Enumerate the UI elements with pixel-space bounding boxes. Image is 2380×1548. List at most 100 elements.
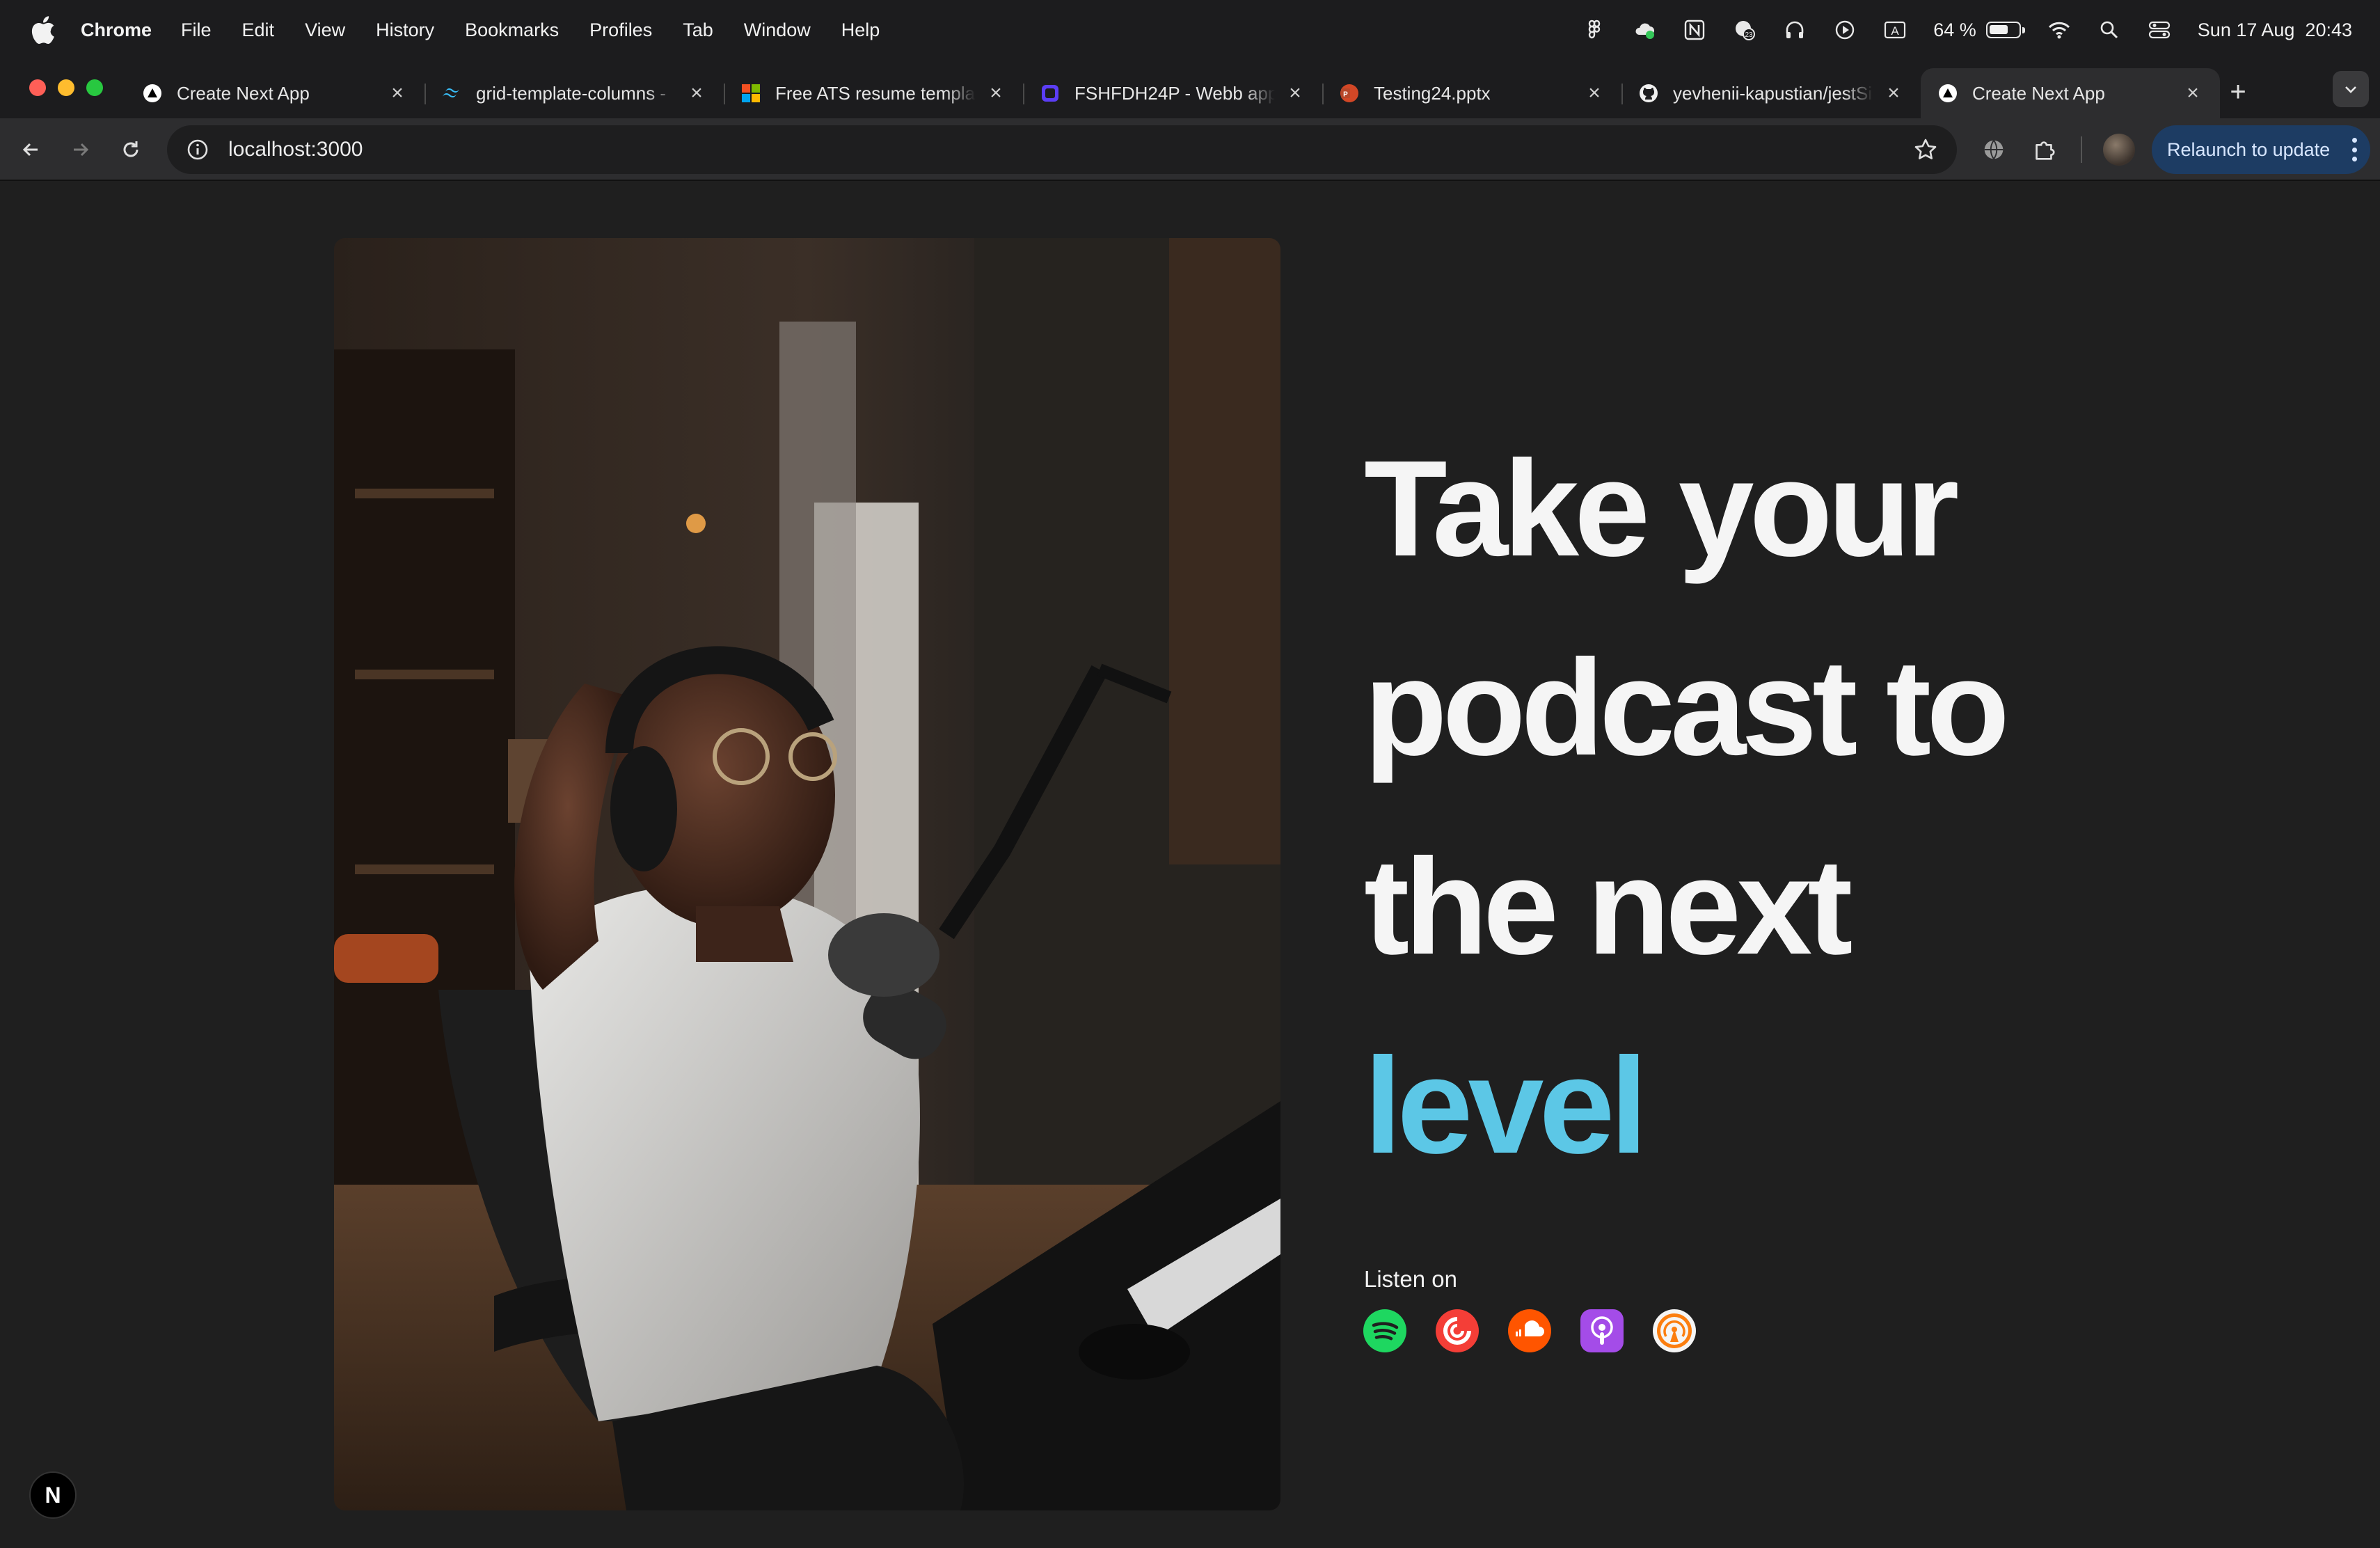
tab-list: Create Next App × grid-template-columns … [125,68,2220,118]
nextjs-devtools-badge[interactable]: N [29,1471,77,1519]
extensions-puzzle-icon[interactable] [2029,135,2058,164]
headphones-icon[interactable] [1783,18,1807,42]
svg-text:P: P [1343,91,1348,99]
menu-view[interactable]: View [305,19,345,41]
pocketcasts-icon [1436,1309,1479,1352]
headline-accent-word: level [1364,1029,1648,1182]
overcast-link[interactable] [1652,1309,1697,1353]
chat-badge-icon[interactable]: 23 [1733,18,1756,42]
new-tab-button[interactable]: + [2224,78,2252,106]
window-controls [29,79,103,96]
tab-title: Free ATS resume templat [775,82,976,104]
battery-level [1989,25,2008,34]
tab-fshfdh24p[interactable]: FSHFDH24P - Webb appl × [1023,68,1322,118]
forward-button[interactable] [65,134,96,165]
headline-line-1: Take your [1364,432,1959,585]
site-info-icon[interactable] [185,137,210,162]
menu-history[interactable]: History [376,19,434,41]
close-tab-icon[interactable]: × [1584,81,1605,104]
control-center-icon[interactable] [2148,18,2171,42]
soundcloud-link[interactable] [1507,1309,1552,1353]
close-tab-icon[interactable]: × [387,81,408,104]
headline-line-2: podcast to [1364,631,2010,784]
zoom-window-button[interactable] [86,79,103,96]
close-tab-icon[interactable]: × [2182,81,2203,104]
bookmark-star-icon[interactable] [1912,136,1939,163]
menu-tab[interactable]: Tab [683,19,713,41]
more-menu-icon[interactable] [2351,138,2358,161]
headline-line-3: the next [1364,830,1853,983]
svg-text:A: A [1891,24,1900,38]
listen-on-label: Listen on [1364,1266,1457,1292]
relaunch-label: Relaunch to update [2167,139,2331,160]
apple-menu-icon[interactable] [28,14,56,46]
tab-title: Testing24.pptx [1374,82,1491,104]
battery-percent: 64 % [1933,19,1976,40]
browser-toolbar: localhost:3000 Relaunch to update [0,118,2380,181]
tab-title: Create Next App [177,82,310,104]
reload-button[interactable] [116,134,146,165]
menu-file[interactable]: File [181,19,212,41]
tailwind-icon [441,83,462,104]
tab-search-button[interactable] [2333,71,2369,107]
close-tab-icon[interactable]: × [1285,81,1306,104]
pocket-casts-link[interactable] [1435,1309,1479,1353]
tab-title: Create Next App [1972,82,2105,104]
menu-app-chrome[interactable]: Chrome [81,19,152,41]
cloud-sync-icon[interactable] [1633,18,1656,42]
tab-title: FSHFDH24P - Webb appl [1074,82,1275,104]
overcast-icon [1653,1309,1696,1352]
close-tab-icon[interactable]: × [1883,81,1904,104]
tab-create-next-app-active[interactable]: Create Next App × [1921,68,2220,118]
profile-avatar[interactable] [2103,134,2135,166]
github-icon [1638,83,1659,104]
spotify-link[interactable] [1363,1309,1407,1353]
microsoft-icon [740,83,761,104]
relaunch-to-update-button[interactable]: Relaunch to update [2152,125,2370,174]
notion-icon[interactable] [1683,18,1706,42]
tab-create-next-app[interactable]: Create Next App × [125,68,425,118]
arrow-right-icon [74,143,89,157]
tab-free-ats-resume[interactable]: Free ATS resume templat × [724,68,1023,118]
minimize-window-button[interactable] [58,79,74,96]
menu-profiles[interactable]: Profiles [589,19,652,41]
play-icon[interactable] [1833,18,1857,42]
tab-title: grid-template-columns - [476,82,667,104]
battery-indicator[interactable]: 64 % [1933,19,2025,41]
apple-podcasts-link[interactable] [1580,1309,1624,1353]
nextjs-icon [1937,83,1958,104]
wifi-icon[interactable] [2047,18,2071,42]
soundcloud-icon [1508,1309,1551,1352]
tab-strip: Create Next App × grid-template-columns … [0,60,2380,118]
menu-window[interactable]: Window [744,19,811,41]
address-bar[interactable]: localhost:3000 [167,125,1957,174]
spotlight-search-icon[interactable] [2097,18,2121,42]
input-source-icon[interactable]: A [1883,18,1907,42]
nextjs-icon [142,83,163,104]
podcaster-photo [334,238,1280,1510]
menu-edit[interactable]: Edit [242,19,275,41]
battery-icon [1985,22,2025,38]
powerpoint-icon: P [1339,83,1360,104]
tab-grid-template-columns[interactable]: grid-template-columns - × [425,68,724,118]
close-window-button[interactable] [29,79,46,96]
close-tab-icon[interactable]: × [985,81,1006,104]
macos-menubar: Chrome File Edit View History Bookmarks … [0,0,2380,60]
reload-icon [123,141,138,157]
tab-title: yevhenii-kapustian/jestSi [1673,82,1873,104]
clock[interactable]: Sun 17 Aug 20:43 [2198,19,2352,41]
status-area: 23 A 64 % Sun 17 Aug 20:43 [1582,18,2352,42]
translate-extension-icon[interactable] [1979,135,2008,164]
spotify-icon [1363,1309,1406,1352]
tab-github-jest[interactable]: yevhenii-kapustian/jestSi × [1621,68,1921,118]
url-text[interactable]: localhost:3000 [228,138,363,161]
back-button[interactable] [15,134,46,165]
menu-help[interactable]: Help [841,19,880,41]
tab-testing24-pptx[interactable]: P Testing24.pptx × [1322,68,1621,118]
close-tab-icon[interactable]: × [686,81,707,104]
menu-bookmarks[interactable]: Bookmarks [465,19,559,41]
toolbar-divider [2081,136,2082,163]
figma-icon[interactable] [1582,18,1606,42]
arrow-left-icon [22,143,38,157]
podcast-platform-links [1363,1309,1697,1353]
